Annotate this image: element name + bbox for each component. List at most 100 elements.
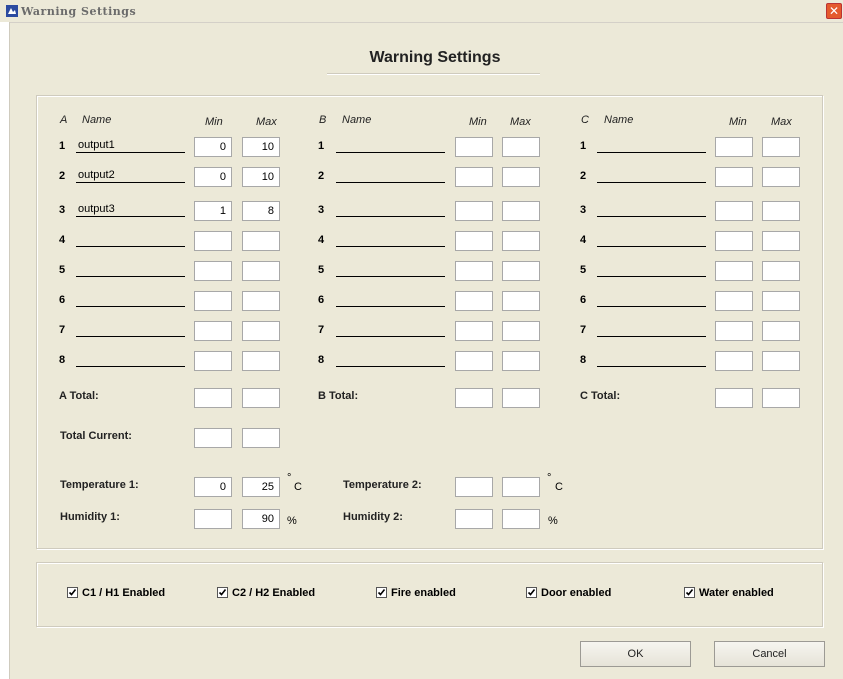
group-b-max-input[interactable]: [502, 231, 540, 251]
group-a-total-min-input[interactable]: [194, 388, 232, 408]
group-a-min-input[interactable]: [194, 351, 232, 371]
group-c-name-input[interactable]: [597, 323, 706, 337]
group-c-name-input[interactable]: [597, 293, 706, 307]
group-c-name-input[interactable]: [597, 263, 706, 277]
group-a-max-input[interactable]: [242, 291, 280, 311]
group-a-name-input[interactable]: [76, 353, 185, 367]
group-b-min-input[interactable]: [455, 321, 493, 341]
ok-button[interactable]: OK: [580, 641, 691, 667]
group-c-min-input[interactable]: [715, 167, 753, 187]
group-b-min-input[interactable]: [455, 291, 493, 311]
c1-h1-enabled-checkbox[interactable]: C1 / H1 Enabled: [67, 587, 165, 599]
group-c-max-input[interactable]: [762, 321, 800, 341]
group-c-min-input[interactable]: [715, 261, 753, 281]
group-a-min-input[interactable]: [194, 291, 232, 311]
temperature2-min-input[interactable]: [455, 477, 493, 497]
group-c-max-input[interactable]: [762, 167, 800, 187]
group-a-max-input[interactable]: [242, 261, 280, 281]
group-b-min-input[interactable]: [455, 351, 493, 371]
group-c-name-input[interactable]: [597, 169, 706, 183]
group-b-max-input[interactable]: [502, 261, 540, 281]
group-a-max-input[interactable]: [242, 231, 280, 251]
group-a-min-input[interactable]: [194, 261, 232, 281]
group-b-total-max-input[interactable]: [502, 388, 540, 408]
group-a-min-input[interactable]: [194, 231, 232, 251]
group-c-name-input[interactable]: [597, 233, 706, 247]
group-a-min-input[interactable]: [194, 321, 232, 341]
group-a-min-input[interactable]: 0: [194, 137, 232, 157]
c2-h2-enabled-checkbox[interactable]: C2 / H2 Enabled: [217, 587, 315, 599]
group-b-min-input[interactable]: [455, 261, 493, 281]
group-b-name-input[interactable]: [336, 139, 445, 153]
group-a-name-input[interactable]: output3: [76, 203, 185, 217]
group-a-name-input[interactable]: [76, 233, 185, 247]
group-b-max-header: Max: [510, 116, 531, 128]
humidity2-max-input[interactable]: [502, 509, 540, 529]
group-a-row-number: 7: [59, 324, 66, 336]
group-c-row-number: 5: [580, 264, 587, 276]
group-c-min-input[interactable]: [715, 231, 753, 251]
group-b-min-input[interactable]: [455, 201, 493, 221]
group-b-max-input[interactable]: [502, 321, 540, 341]
group-b-max-input[interactable]: [502, 167, 540, 187]
temperature1-max-input[interactable]: 25: [242, 477, 280, 497]
group-c-name-input[interactable]: [597, 353, 706, 367]
group-b-name-input[interactable]: [336, 353, 445, 367]
group-a-max-input[interactable]: [242, 351, 280, 371]
group-c-name-input[interactable]: [597, 203, 706, 217]
group-a-min-input[interactable]: 0: [194, 167, 232, 187]
group-c-max-input[interactable]: [762, 291, 800, 311]
group-c-min-input[interactable]: [715, 351, 753, 371]
group-b-name-input[interactable]: [336, 293, 445, 307]
temperature1-min-input[interactable]: 0: [194, 477, 232, 497]
group-b-min-input[interactable]: [455, 137, 493, 157]
group-c-min-input[interactable]: [715, 321, 753, 341]
group-a-name-input[interactable]: [76, 293, 185, 307]
group-b-row-number: 6: [318, 294, 325, 306]
group-a-max-input[interactable]: 8: [242, 201, 280, 221]
group-c-max-input[interactable]: [762, 231, 800, 251]
fire-enabled-checkbox[interactable]: Fire enabled: [376, 587, 456, 599]
group-b-name-input[interactable]: [336, 169, 445, 183]
group-b-max-input[interactable]: [502, 351, 540, 371]
total-current-min-input[interactable]: [194, 428, 232, 448]
group-c-max-input[interactable]: [762, 201, 800, 221]
group-b-name-input[interactable]: [336, 203, 445, 217]
close-button[interactable]: ✕: [826, 3, 842, 19]
group-a-max-input[interactable]: [242, 321, 280, 341]
group-a-name-input[interactable]: output1: [76, 139, 185, 153]
humidity1-max-input[interactable]: 90: [242, 509, 280, 529]
group-a-name-input[interactable]: [76, 263, 185, 277]
group-a-name-input[interactable]: output2: [76, 169, 185, 183]
group-c-max-input[interactable]: [762, 261, 800, 281]
group-b-name-input[interactable]: [336, 263, 445, 277]
group-b-min-input[interactable]: [455, 167, 493, 187]
group-a-max-input[interactable]: 10: [242, 167, 280, 187]
group-b-max-input[interactable]: [502, 291, 540, 311]
humidity1-min-input[interactable]: [194, 509, 232, 529]
group-b-total-min-input[interactable]: [455, 388, 493, 408]
group-b-min-input[interactable]: [455, 231, 493, 251]
group-c-max-input[interactable]: [762, 351, 800, 371]
cancel-button[interactable]: Cancel: [714, 641, 825, 667]
humidity2-min-input[interactable]: [455, 509, 493, 529]
total-current-max-input[interactable]: [242, 428, 280, 448]
group-c-name-input[interactable]: [597, 139, 706, 153]
group-a-name-input[interactable]: [76, 323, 185, 337]
group-a-max-input[interactable]: 10: [242, 137, 280, 157]
door-enabled-checkbox[interactable]: Door enabled: [526, 587, 611, 599]
group-a-total-max-input[interactable]: [242, 388, 280, 408]
group-b-max-input[interactable]: [502, 201, 540, 221]
group-a-min-input[interactable]: 1: [194, 201, 232, 221]
group-c-total-max-input[interactable]: [762, 388, 800, 408]
water-enabled-checkbox[interactable]: Water enabled: [684, 587, 774, 599]
group-b-name-input[interactable]: [336, 323, 445, 337]
group-c-min-input[interactable]: [715, 137, 753, 157]
group-c-min-input[interactable]: [715, 201, 753, 221]
group-c-total-min-input[interactable]: [715, 388, 753, 408]
group-c-min-input[interactable]: [715, 291, 753, 311]
temperature2-max-input[interactable]: [502, 477, 540, 497]
group-b-max-input[interactable]: [502, 137, 540, 157]
group-c-max-input[interactable]: [762, 137, 800, 157]
group-b-name-input[interactable]: [336, 233, 445, 247]
